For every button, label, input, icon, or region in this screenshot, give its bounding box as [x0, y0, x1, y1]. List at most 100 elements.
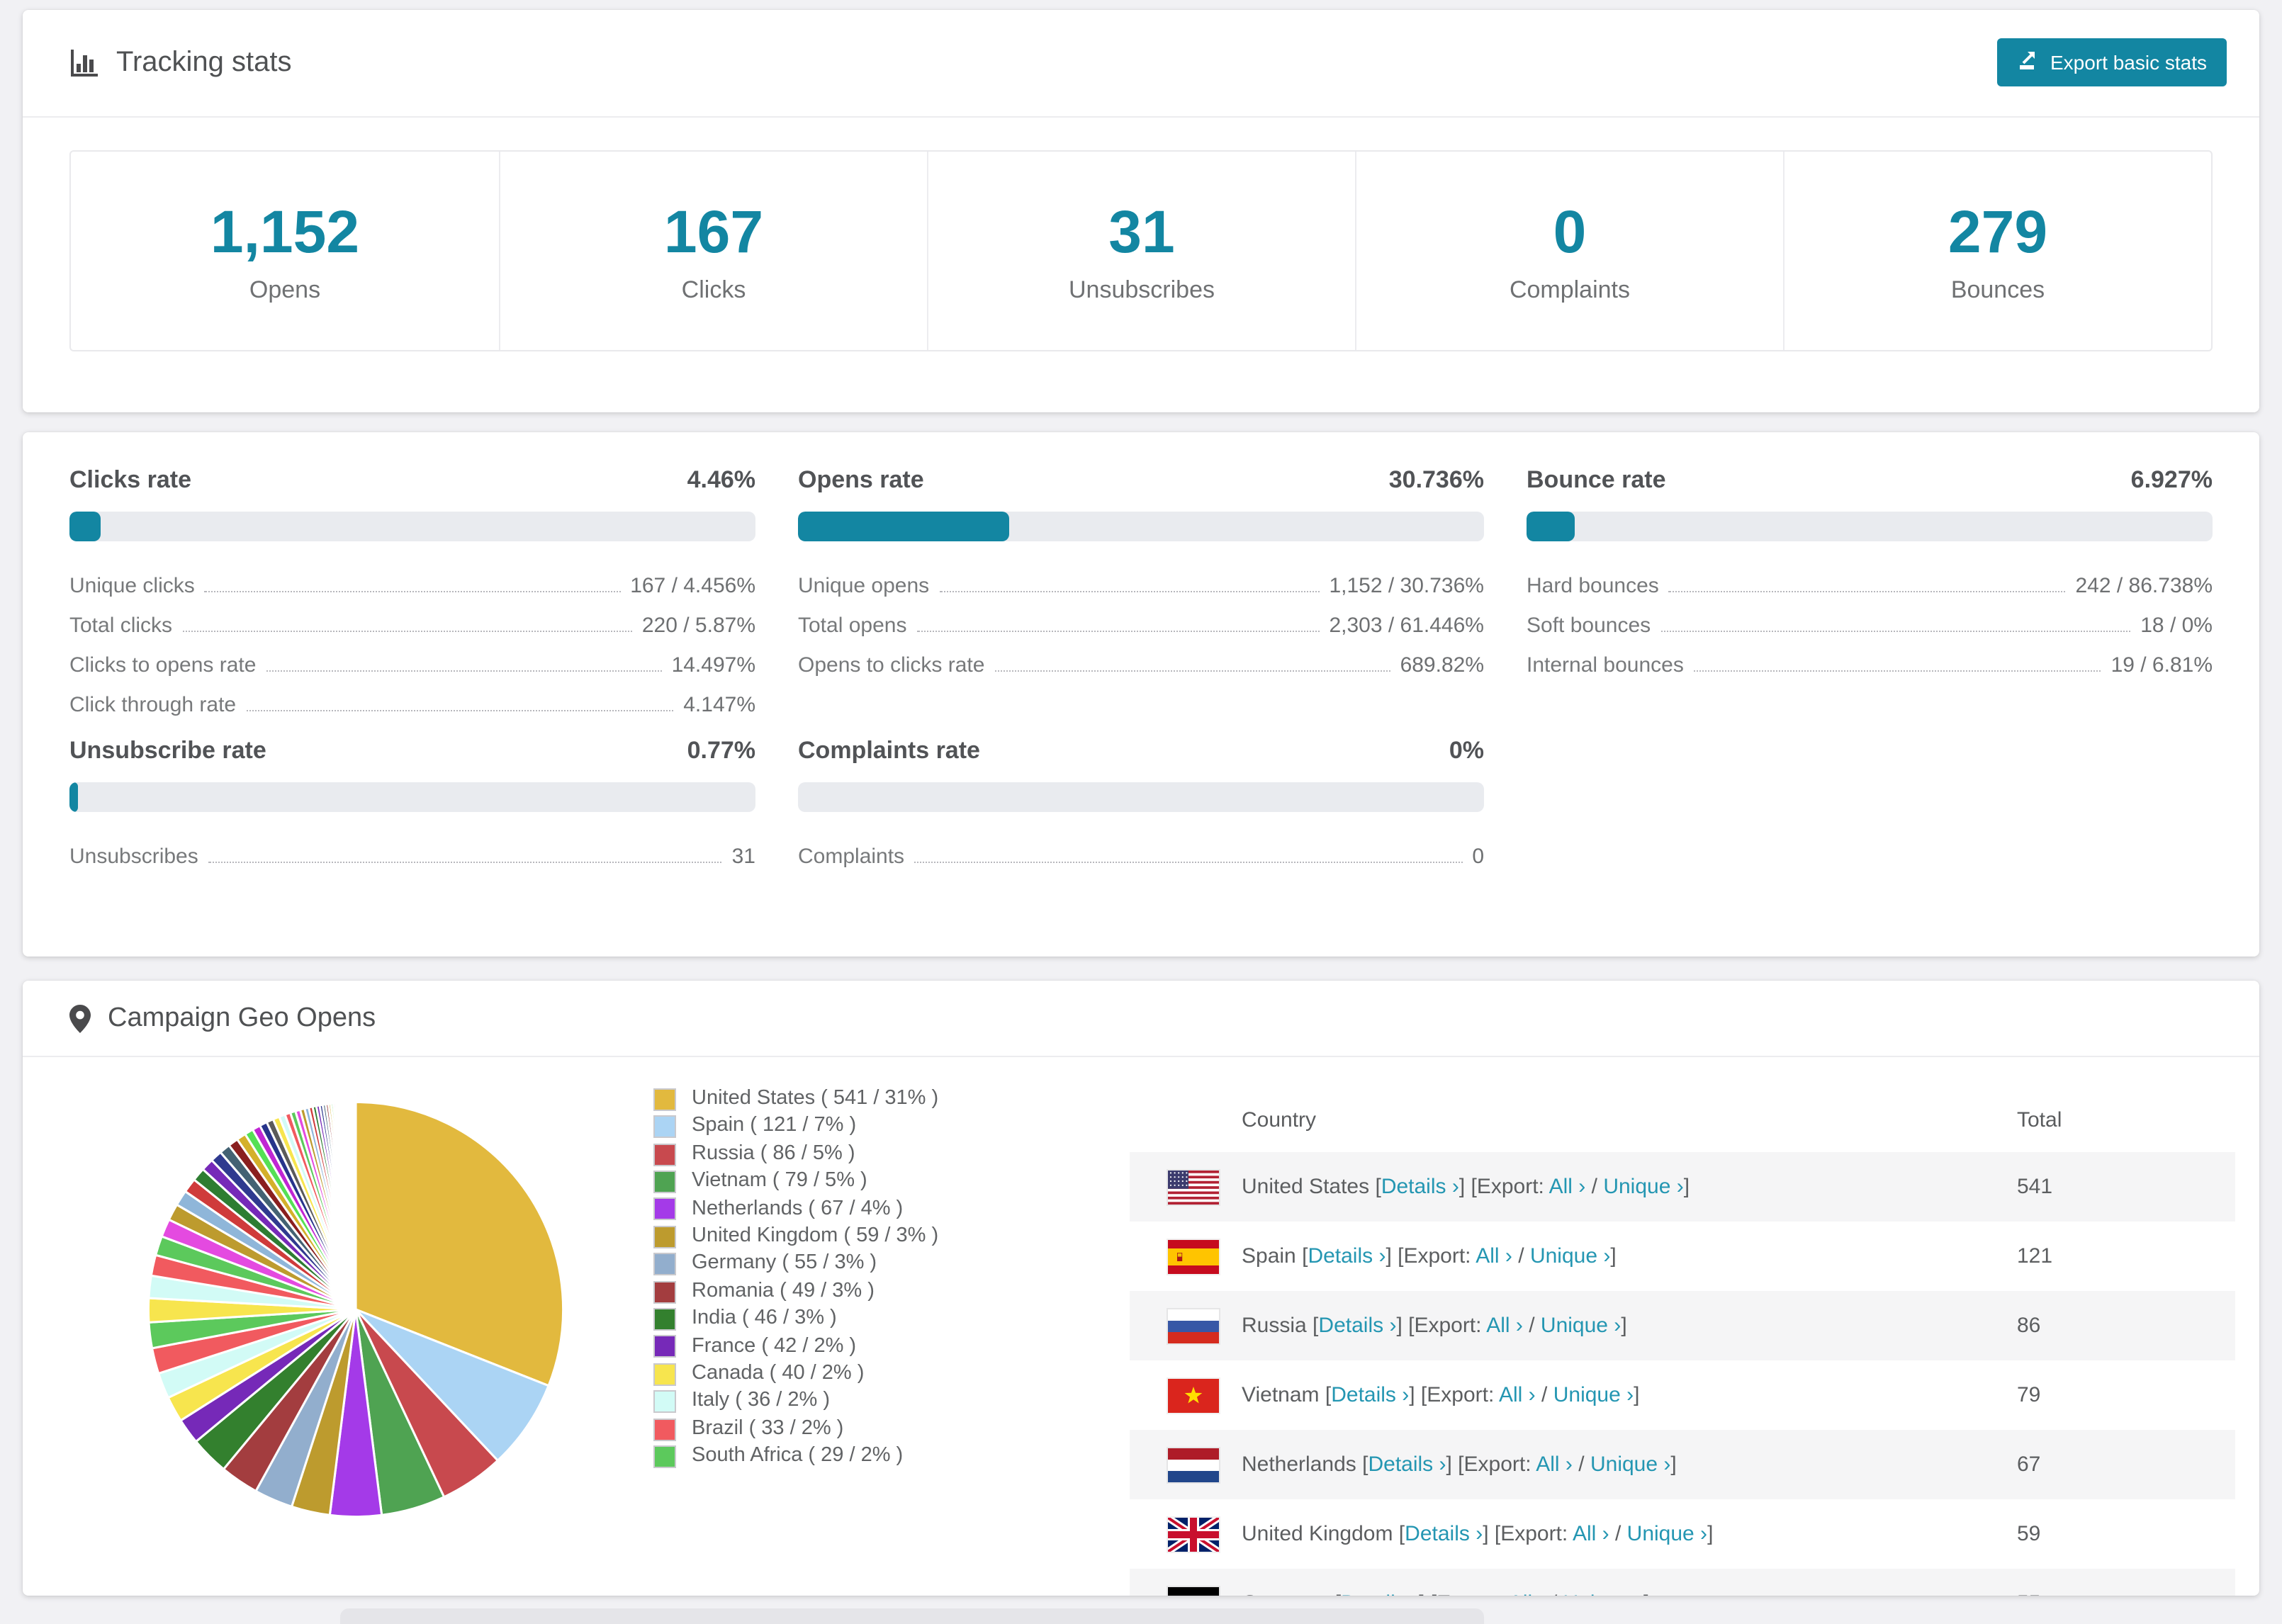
bracket-text: ] [Export: [1409, 1383, 1499, 1407]
legend-swatch [653, 1280, 676, 1304]
stat-value: 1,152 [210, 198, 360, 264]
export-all-link[interactable]: All › [1549, 1175, 1586, 1199]
detail-value: 14.497% [671, 653, 755, 677]
flag-icon-nl [1168, 1448, 1219, 1482]
export-basic-stats-button[interactable]: Export basic stats [1996, 38, 2227, 86]
rate-title: Unsubscribe rate [69, 737, 266, 764]
dotted-leader [1668, 591, 2066, 592]
tracking-stats-title: Tracking stats [116, 47, 292, 78]
table-row: Germany [Details ›] [Export: All › / Uni… [1130, 1569, 2235, 1596]
bracket-text: ] [1643, 1591, 1649, 1596]
rate-block-clicks-rate: Clicks rate 4.46% Unique clicks 167 / 4.456… [69, 466, 755, 717]
detail-value: 220 / 5.87% [641, 614, 755, 638]
export-unique-link[interactable]: Unique › [1563, 1591, 1643, 1596]
details-link[interactable]: Details › [1341, 1591, 1419, 1596]
country-cell: Vietnam [Details ›] [Export: All › / Uni… [1242, 1383, 2017, 1407]
export-unique-link[interactable]: Unique › [1627, 1522, 1707, 1546]
rate-block-complaints-rate: Complaints rate 0% Complaints 0 [798, 737, 1484, 869]
flag-icon-de [1168, 1586, 1219, 1596]
export-all-link[interactable]: All › [1486, 1314, 1523, 1338]
bracket-text: ] [Export: [1483, 1522, 1573, 1546]
geo-opens-legend: United States ( 541 / 31% ) Spain ( 121 /… [653, 1086, 938, 1470]
export-button-label: Export basic stats [2050, 51, 2207, 74]
details-link[interactable]: Details › [1331, 1383, 1409, 1407]
detail-label: Total opens [798, 614, 907, 638]
next-section-edge [340, 1608, 1484, 1624]
detail-label: Soft bounces [1527, 614, 1651, 638]
bracket-text: / [1546, 1591, 1563, 1596]
bracket-text: ] [Export: [1458, 1175, 1549, 1199]
dotted-leader [1693, 670, 2101, 672]
stat-value: 31 [1108, 198, 1175, 264]
table-row: Spain [Details ›] [Export: All › / Uniqu… [1130, 1222, 2235, 1291]
details-link[interactable]: Details › [1368, 1453, 1446, 1477]
details-link[interactable]: Details › [1308, 1244, 1386, 1268]
detail-label: Click through rate [69, 693, 237, 717]
stat-opens: 1,152 Opens [71, 152, 499, 350]
legend-item: Vietnam ( 79 / 5% ) [653, 1168, 938, 1195]
bracket-text: ] [1634, 1383, 1640, 1407]
country-name: Vietnam [1242, 1383, 1320, 1407]
geo-opens-content: United States ( 541 / 31% ) Spain ( 121 /… [23, 1057, 2259, 1596]
details-link[interactable]: Details › [1405, 1522, 1483, 1546]
stat-complaints: 0 Complaints [1355, 152, 1783, 350]
export-all-link[interactable]: All › [1536, 1453, 1573, 1477]
export-unique-link[interactable]: Unique › [1590, 1453, 1670, 1477]
rates-grid: Clicks rate 4.46% Unique clicks 167 / 4.456… [69, 466, 2213, 869]
rate-detail-rows: Unique opens 1,152 / 30.736% Total opens 2,… [798, 558, 1484, 677]
geo-opens-title: Campaign Geo Opens [108, 1003, 376, 1032]
rate-title: Opens rate [798, 466, 924, 493]
rate-block-unsubscribe-rate: Unsubscribe rate 0.77% Unsubscribes 31 [69, 737, 755, 869]
export-all-link[interactable]: All › [1573, 1522, 1609, 1546]
export-unique-link[interactable]: Unique › [1603, 1175, 1683, 1199]
details-link[interactable]: Details › [1318, 1314, 1396, 1338]
table-row: United States [Details ›] [Export: All ›… [1130, 1152, 2235, 1222]
details-link[interactable]: Details › [1381, 1175, 1459, 1199]
stats-summary-grid: 1,152 Opens 167 Clicks 31 Unsubscribes 0 Compla… [69, 150, 2213, 351]
legend-swatch [653, 1253, 676, 1276]
rate-detail-row: Opens to clicks rate 689.82% [798, 638, 1484, 677]
bracket-text: [ [1306, 1314, 1319, 1338]
export-unique-link[interactable]: Unique › [1541, 1314, 1621, 1338]
export-all-link[interactable]: All › [1476, 1244, 1512, 1268]
export-all-link[interactable]: All › [1509, 1591, 1546, 1596]
total-column-header: Total [2017, 1107, 2062, 1132]
bar-chart-icon [69, 48, 99, 78]
bracket-text: ] [1683, 1175, 1690, 1199]
rate-detail-row: Hard bounces 242 / 86.738% [1527, 558, 2213, 598]
rate-value: 30.736% [1388, 466, 1484, 493]
bracket-text: [ [1369, 1175, 1381, 1199]
legend-label: Russia ( 86 / 5% ) [692, 1141, 855, 1165]
legend-swatch [653, 1390, 676, 1414]
dotted-leader [1660, 631, 2131, 632]
legend-item: Netherlands ( 67 / 4% ) [653, 1195, 938, 1223]
rate-detail-row: Complaints 0 [798, 829, 1484, 869]
rate-detail-row: Clicks to opens rate 14.497% [69, 638, 755, 677]
export-all-link[interactable]: All › [1499, 1383, 1536, 1407]
country-name: Netherlands [1242, 1453, 1356, 1477]
dotted-leader [914, 862, 1463, 863]
bracket-text: [ [1393, 1522, 1405, 1546]
legend-label: India ( 46 / 3% ) [692, 1307, 837, 1330]
rate-detail-rows: Unique clicks 167 / 4.456% Total clicks 220… [69, 558, 755, 717]
stat-bounces: 279 Bounces [1783, 152, 2211, 350]
total-value: 55 [2017, 1591, 2235, 1596]
export-icon [2016, 49, 2039, 76]
map-pin-icon [69, 1004, 91, 1032]
export-unique-link[interactable]: Unique › [1553, 1383, 1634, 1407]
legend-label: Canada ( 40 / 2% ) [692, 1362, 865, 1385]
legend-label: Vietnam ( 79 / 5% ) [692, 1169, 867, 1192]
table-row: Netherlands [Details ›] [Export: All › /… [1130, 1430, 2235, 1499]
legend-swatch [653, 1418, 676, 1441]
rate-head: Bounce rate 6.927% [1527, 466, 2213, 495]
rate-block-bounce-rate: Bounce rate 6.927% Hard bounces 242 / 86.73… [1527, 466, 2213, 717]
rates-card: Clicks rate 4.46% Unique clicks 167 / 4.456… [23, 432, 2259, 957]
legend-swatch [653, 1115, 676, 1139]
legend-swatch [653, 1170, 676, 1193]
rate-detail-rows: Unsubscribes 31 [69, 829, 755, 869]
export-unique-link[interactable]: Unique › [1530, 1244, 1610, 1268]
detail-label: Unsubscribes [69, 845, 198, 869]
legend-item: France ( 42 / 2% ) [653, 1333, 938, 1360]
detail-value: 31 [731, 845, 755, 869]
table-row: Russia [Details ›] [Export: All › / Uniq… [1130, 1291, 2235, 1360]
